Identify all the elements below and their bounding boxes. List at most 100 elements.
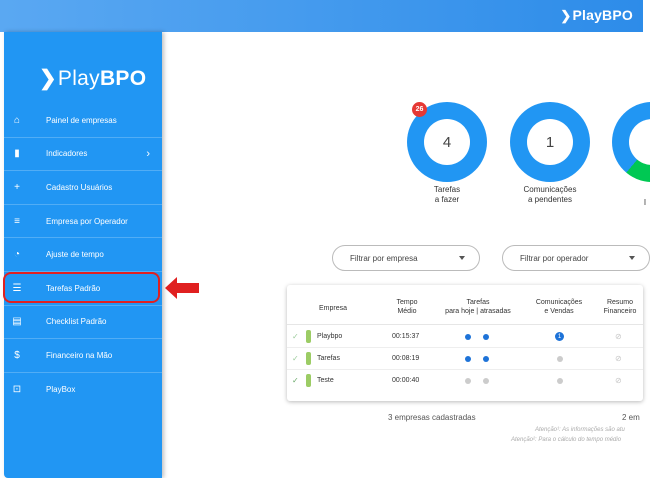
tasks-label: Tarefas a fazer <box>407 185 487 205</box>
tasks-today-dot <box>465 378 471 384</box>
col-header-comun-line1: Comunicações <box>535 299 583 306</box>
comms-label-line2: a pendentes <box>527 195 573 204</box>
sidebar-item-label: Checklist Padrão <box>46 317 107 327</box>
sidebar-item-label: Empresa por Operador <box>46 216 128 226</box>
tasks-label-line1: Tarefas <box>433 185 461 194</box>
note-2: Atenção²: Para o cálculo do tempo médio <box>511 437 622 443</box>
sidebar-item-indicadores[interactable]: ▮ Indicadores › <box>4 138 162 172</box>
check-icon: ✓ <box>292 376 299 385</box>
sidebar-item-label: Financeiro na Mão <box>46 350 113 360</box>
timer-icon: ◔ <box>13 249 21 261</box>
note-1: Atenção¹: As informações são atu <box>535 427 625 433</box>
header-divider <box>287 324 643 325</box>
header-logo-text: PlayBPO <box>572 7 633 23</box>
sidebar-item-label: Indicadores <box>46 149 88 159</box>
third-label: I <box>643 198 647 207</box>
sidebar-item-checklist-padrao[interactable]: ▤ Checklist Padrão <box>4 306 162 340</box>
col-header-comunicacoes: Comunicações e Vendas <box>529 298 589 316</box>
check-icon: ✓ <box>292 332 299 341</box>
table-row[interactable]: ✓ Tarefas 00:08:19 ⊘ <box>287 348 643 370</box>
highlight-outline <box>3 272 160 303</box>
companies-count: 3 empresas cadastradas <box>388 413 476 422</box>
sidebar-logo[interactable]: ❯PlayBPO <box>39 66 146 91</box>
status-bar <box>306 330 311 343</box>
col-header-tarefas: Tarefas para hoje | atrasadas <box>435 298 521 316</box>
sidebar-item-ajuste-de-tempo[interactable]: ◔ Ajuste de tempo <box>4 238 162 272</box>
col-header-tarefas-line2: para hoje | atrasadas <box>445 308 511 315</box>
eye-off-icon[interactable]: ⊘ <box>615 332 622 341</box>
tasks-today-dot <box>465 356 471 362</box>
tasks-label-line2: a fazer <box>434 195 460 204</box>
gift-box-icon: ⊡ <box>12 384 22 396</box>
sidebar: ❯PlayBPO ⌂ Painel de empresas ▮ Indicado… <box>4 32 162 478</box>
red-arrow-icon <box>165 277 199 299</box>
avg-time: 00:08:19 <box>392 355 420 362</box>
tasks-late-dot <box>483 378 489 384</box>
check-icon: ✓ <box>292 354 299 363</box>
comm-dot <box>557 356 563 362</box>
bar-chart-icon: ▮ <box>14 148 20 160</box>
sidebar-item-label: Painel de empresas <box>46 115 117 125</box>
eye-off-icon[interactable]: ⊘ <box>615 376 622 385</box>
companies-count-secondary: 2 em <box>622 413 640 422</box>
add-user-icon: + <box>14 181 20 193</box>
list-box-icon: ▤ <box>12 316 22 328</box>
tasks-late-dot <box>483 356 489 362</box>
chevron-right-icon: › <box>146 147 150 160</box>
col-header-tempo-line1: Tempo <box>396 299 418 306</box>
filter-company-label: Filtrar por empresa <box>350 254 418 263</box>
filter-operator-select[interactable]: Filtrar por operador <box>502 245 650 271</box>
filter-company-select[interactable]: Filtrar por empresa <box>332 245 480 271</box>
chevron-down-icon <box>459 256 465 260</box>
table-row[interactable]: ✓ Playbpo 00:15:37 1 ⊘ <box>287 326 643 348</box>
sidebar-item-label: PlayBox <box>46 385 76 395</box>
col-header-tempo: Tempo Médio <box>387 298 427 316</box>
sidebar-item-playbox[interactable]: ⊡ PlayBox <box>4 373 162 407</box>
status-bar <box>306 352 311 365</box>
logo-chevron-icon: ❯ <box>560 8 572 23</box>
tasks-count: 4 <box>424 119 470 165</box>
col-header-tempo-line2: Médio <box>397 308 417 315</box>
col-header-empresa: Empresa <box>318 305 347 312</box>
third-donut-center <box>629 119 650 165</box>
eye-off-icon[interactable]: ⊘ <box>615 354 622 363</box>
comms-count: 1 <box>527 119 573 165</box>
filter-operator-label: Filtrar por operador <box>520 254 589 263</box>
comms-donut[interactable]: 1 <box>510 102 590 182</box>
chevron-down-icon <box>629 256 635 260</box>
sidebar-logo-play: Play <box>57 67 100 90</box>
sidebar-item-painel-de-empresas[interactable]: ⌂ Painel de empresas <box>4 104 162 138</box>
col-header-comun-line2: e Vendas <box>544 308 574 315</box>
top-app-bar: ❯PlayBPO <box>0 0 643 32</box>
sidebar-menu: ⌂ Painel de empresas ▮ Indicadores › + C… <box>4 104 162 406</box>
company-name: Playbpo <box>317 333 343 340</box>
comm-dot <box>557 378 563 384</box>
third-donut[interactable] <box>612 102 650 182</box>
tasks-today-dot <box>465 334 471 340</box>
sidebar-logo-chevron-icon: ❯ <box>39 67 57 90</box>
col-header-resumo-line2: Financeiro <box>603 308 637 315</box>
sidebar-item-label: Ajuste de tempo <box>46 250 104 260</box>
home-icon: ⌂ <box>13 114 21 126</box>
col-header-tarefas-line1: Tarefas <box>466 299 490 306</box>
sidebar-item-empresa-por-operador[interactable]: ≡ Empresa por Operador <box>4 205 162 239</box>
avg-time: 00:00:40 <box>392 377 420 384</box>
col-header-resumo-line1: Resumo <box>606 299 634 306</box>
status-bar <box>306 374 311 387</box>
header-logo[interactable]: ❯PlayBPO <box>560 7 633 24</box>
tasks-badge: 26 <box>412 102 427 117</box>
comm-count-badge: 1 <box>555 332 564 341</box>
sidebar-item-financeiro-na-mao[interactable]: $ Financeiro na Mão <box>4 339 162 373</box>
comms-label: Comunicações a pendentes <box>505 185 595 205</box>
companies-table: Empresa Tempo Médio Tarefas para hoje | … <box>287 285 643 401</box>
sidebar-item-cadastro-usuarios[interactable]: + Cadastro Usuários <box>4 171 162 205</box>
tasks-late-dot <box>483 334 489 340</box>
sidebar-logo-bpo: BPO <box>99 67 147 90</box>
money-icon: $ <box>14 349 20 361</box>
avg-time: 00:15:37 <box>392 333 420 340</box>
sliders-icon: ≡ <box>14 215 20 227</box>
comms-label-line1: Comunicações <box>523 185 577 194</box>
table-row[interactable]: ✓ Teste 00:00:40 ⊘ <box>287 370 643 392</box>
company-name: Teste <box>317 377 334 384</box>
sidebar-item-label: Cadastro Usuários <box>46 182 113 192</box>
